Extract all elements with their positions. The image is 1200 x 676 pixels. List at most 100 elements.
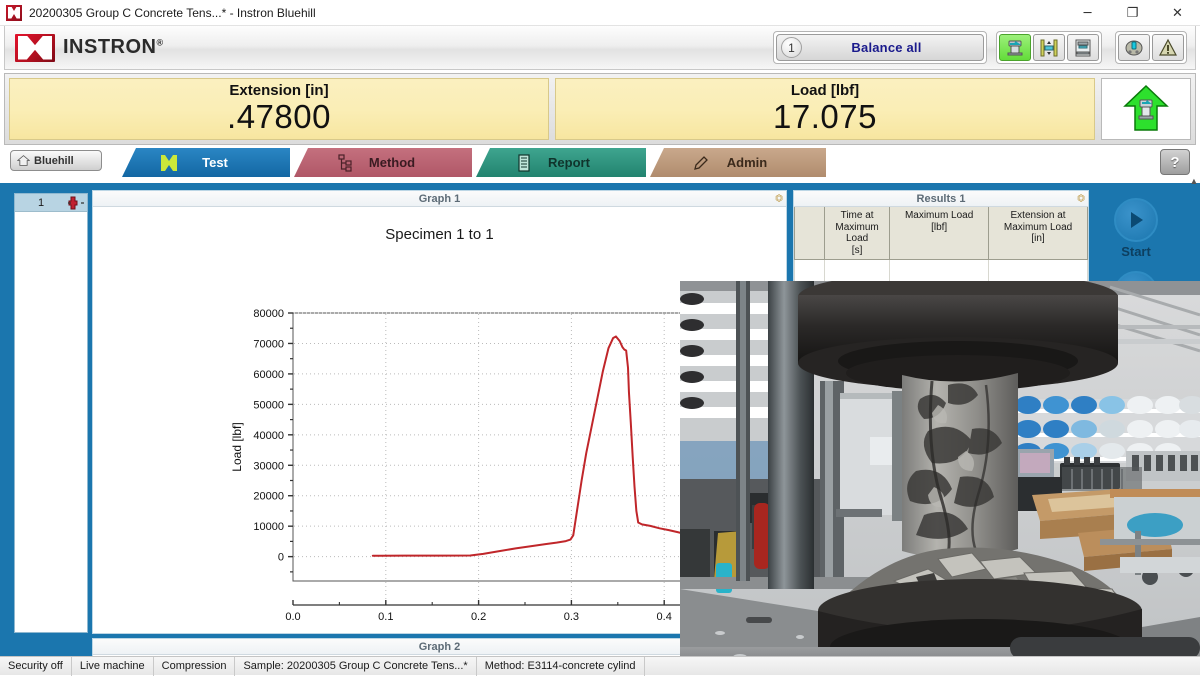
specimen-dogbone-icon — [67, 196, 85, 210]
col-line: Maximum — [835, 222, 878, 233]
col-line: [lbf] — [931, 222, 947, 233]
brand-name: INSTRON® — [63, 36, 164, 59]
status-security: Security off — [0, 657, 72, 676]
bluehill-home-label: Bluehill — [34, 155, 74, 167]
svg-text:0.3: 0.3 — [564, 611, 579, 623]
brand-toolbar: INSTRON® 1 Balance all — [4, 26, 1196, 70]
tab-report[interactable]: Report — [476, 148, 646, 177]
status-sample: Sample: 20200305 Group C Concrete Tens..… — [235, 657, 476, 676]
play-triangle-icon — [1125, 209, 1147, 231]
tab-method-label: Method — [363, 155, 421, 170]
scroll-up-indicator[interactable]: ▲ — [1189, 176, 1199, 190]
results-col-maximum-load[interactable]: Maximum Load [lbf] — [890, 207, 989, 260]
svg-text:0.4: 0.4 — [657, 611, 672, 623]
graph1-panel-title: Graph 1 — [419, 193, 461, 205]
machine-action-group — [996, 31, 1102, 64]
results1-panel-title: Results 1 — [917, 193, 966, 205]
svg-text:0.1: 0.1 — [378, 611, 393, 623]
return-to-home-button[interactable] — [1101, 78, 1191, 140]
results1-undock-icon[interactable]: ⏣ — [1077, 193, 1085, 204]
registered-mark: ® — [157, 37, 164, 47]
camera-feed-frame — [680, 281, 1200, 675]
svg-text:40000: 40000 — [253, 430, 284, 442]
results1-panel: Results 1 ⏣ Time at Maximum Load [s] — [793, 190, 1089, 290]
home-icon — [17, 154, 30, 167]
help-button[interactable]: ? — [1160, 149, 1190, 175]
pencil-icon — [692, 154, 710, 172]
warning-triangle-icon[interactable] — [1152, 34, 1184, 61]
live-readout-bar: Extension [in] .47800 Load [lbf] 17.075 — [4, 73, 1196, 145]
svg-text:0.0: 0.0 — [285, 611, 300, 623]
svg-text:10000: 10000 — [253, 521, 284, 533]
graph2-panel-title: Graph 2 — [419, 641, 461, 653]
svg-text:30000: 30000 — [253, 460, 284, 472]
specimen-number: 1 — [15, 197, 67, 209]
col-line: Extension at — [1011, 210, 1066, 221]
load-cell-balance-icon[interactable] — [999, 34, 1031, 61]
tab-admin[interactable]: Admin — [650, 148, 826, 177]
load-readout-value: 17.075 — [773, 100, 877, 135]
results-col-index[interactable] — [795, 207, 825, 260]
tab-test[interactable]: Test — [122, 148, 290, 177]
start-button[interactable] — [1114, 198, 1158, 242]
balance-index-badge: 1 — [781, 37, 802, 58]
svg-text:50000: 50000 — [253, 399, 284, 411]
minimize-button[interactable]: ─ — [1065, 0, 1110, 26]
main-tab-bar: Bluehill Test Method Report — [4, 147, 1196, 177]
title-bar: 20200305 Group C Concrete Tens...* - Ins… — [0, 0, 1200, 26]
maximize-button[interactable]: ❐ — [1110, 0, 1155, 26]
col-line: [s] — [852, 245, 863, 256]
svg-text:0.2: 0.2 — [471, 611, 486, 623]
frame-position-icon[interactable] — [1067, 34, 1099, 61]
results-table[interactable]: Time at Maximum Load [s] Maximum Load [l… — [794, 207, 1088, 290]
instron-logo-icon — [15, 34, 55, 62]
col-line: Maximum Load — [905, 210, 973, 221]
live-camera-feed[interactable] — [680, 281, 1200, 675]
balance-group: 1 Balance all — [773, 31, 987, 64]
svg-text:70000: 70000 — [253, 338, 284, 350]
instron-brand: INSTRON® — [15, 34, 164, 62]
svg-text:20000: 20000 — [253, 491, 284, 503]
graph1-undock-icon[interactable]: ⏣ — [775, 193, 783, 204]
extension-reset-icon[interactable] — [1033, 34, 1065, 61]
status-bar: Security off Live machine Compression Sa… — [0, 656, 1200, 675]
bluehill-home-button[interactable]: Bluehill — [10, 150, 102, 171]
tab-test-label: Test — [186, 155, 244, 170]
tab-report-label: Report — [540, 155, 598, 170]
status-test-type: Compression — [154, 657, 236, 676]
extension-readout[interactable]: Extension [in] .47800 — [9, 78, 549, 140]
col-line: [in] — [1031, 233, 1044, 244]
svg-text:80000: 80000 — [253, 308, 284, 320]
col-line: Time at — [841, 210, 874, 221]
window-controls: ─ ❐ ✕ — [1065, 0, 1200, 26]
brand-name-text: INSTRON — [63, 36, 157, 58]
graph1-panel-header: Graph 1 ⏣ — [93, 191, 786, 207]
instron-mark-icon — [160, 154, 178, 172]
specimen-list-item[interactable]: 1 — [15, 194, 87, 212]
svg-text:60000: 60000 — [253, 369, 284, 381]
close-button[interactable]: ✕ — [1155, 0, 1200, 26]
status-method: Method: E3114-concrete cylind — [477, 657, 645, 676]
document-icon — [516, 154, 532, 172]
status-machine: Live machine — [72, 657, 154, 676]
bluehill-application-window: 20200305 Group C Concrete Tens...* - Ins… — [0, 0, 1200, 675]
graph1-chart-title: Specimen 1 to 1 — [93, 226, 786, 243]
results-col-extension-at-max-load[interactable]: Extension at Maximum Load [in] — [989, 207, 1088, 260]
svg-text:0: 0 — [278, 552, 284, 564]
status-icon-group — [1115, 31, 1187, 64]
return-to-home-icon — [1122, 84, 1170, 134]
results-table-header-row: Time at Maximum Load [s] Maximum Load [l… — [795, 207, 1088, 260]
start-button-label: Start — [1121, 244, 1151, 259]
results-col-time-at-max-load[interactable]: Time at Maximum Load [s] — [825, 207, 890, 260]
results1-panel-header: Results 1 ⏣ — [794, 191, 1088, 207]
extension-readout-value: .47800 — [227, 100, 331, 135]
col-line: Load — [846, 233, 868, 244]
svg-text:Load [lbf]: Load [lbf] — [230, 422, 244, 471]
tab-method[interactable]: Method — [294, 148, 472, 177]
control-panel-icon[interactable] — [1118, 34, 1150, 61]
specimen-list-panel: 1 — [14, 193, 88, 633]
instron-logo-icon — [6, 5, 22, 21]
balance-all-button[interactable]: 1 Balance all — [776, 34, 984, 61]
tab-admin-label: Admin — [718, 155, 776, 170]
load-readout[interactable]: Load [lbf] 17.075 — [555, 78, 1095, 140]
